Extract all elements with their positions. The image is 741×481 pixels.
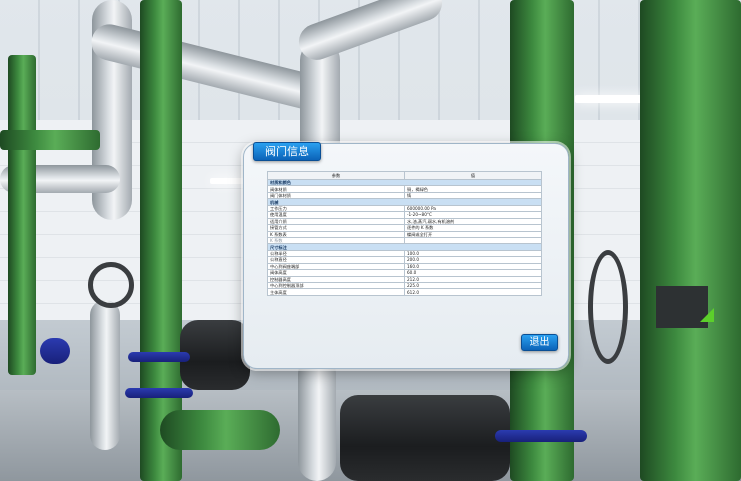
gray-pipe — [298, 355, 336, 481]
flange — [40, 338, 70, 364]
green-pipe — [8, 55, 36, 375]
green-pipe — [640, 0, 741, 481]
gray-pipe — [90, 300, 120, 450]
green-pipe — [160, 410, 280, 450]
flange — [128, 352, 190, 362]
green-arrow-icon — [700, 308, 714, 322]
green-pipe — [140, 0, 182, 481]
exit-button[interactable]: 退出 — [521, 334, 558, 351]
valve-parameter-table: 参数 值 材质和颜色 阀体材质 铜，褐绿色 阀门体材质 铸 机械 工作压力 60… — [267, 171, 542, 296]
pump-tank — [180, 320, 250, 390]
ceiling-light — [210, 178, 245, 184]
table-header-row: 参数 值 — [267, 171, 542, 180]
param-value: 612.0 — [404, 288, 542, 296]
column-header-value: 值 — [404, 171, 542, 180]
flange — [125, 388, 193, 398]
param-name: 主体高度 — [267, 288, 405, 296]
dialog-title: 阀门信息 — [253, 142, 321, 161]
column-header-parameter: 参数 — [267, 171, 405, 180]
green-pipe — [0, 130, 100, 150]
flange — [495, 430, 587, 442]
table-row: 主体高度 612.0 — [267, 288, 542, 296]
pump-tank — [340, 395, 510, 481]
valve-handwheel — [588, 250, 628, 364]
valve-handwheel — [88, 262, 134, 308]
